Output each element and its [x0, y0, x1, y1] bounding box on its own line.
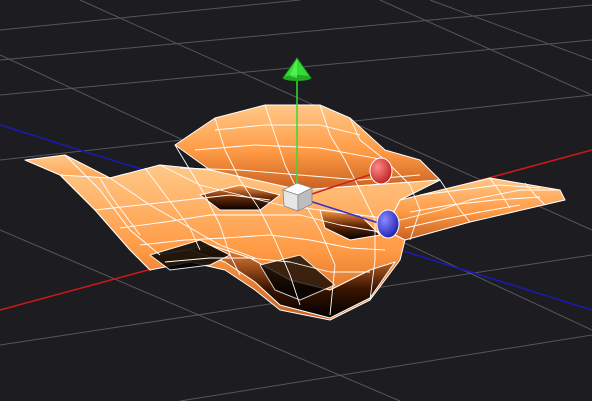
z-axis-handle-icon[interactable] [376, 209, 400, 239]
3d-viewport[interactable] [0, 0, 592, 401]
terrain-mesh[interactable] [24, 104, 566, 321]
viewport-canvas[interactable] [0, 0, 592, 401]
x-axis-handle-icon[interactable] [369, 157, 393, 185]
y-axis-arrow-icon[interactable] [282, 57, 312, 81]
